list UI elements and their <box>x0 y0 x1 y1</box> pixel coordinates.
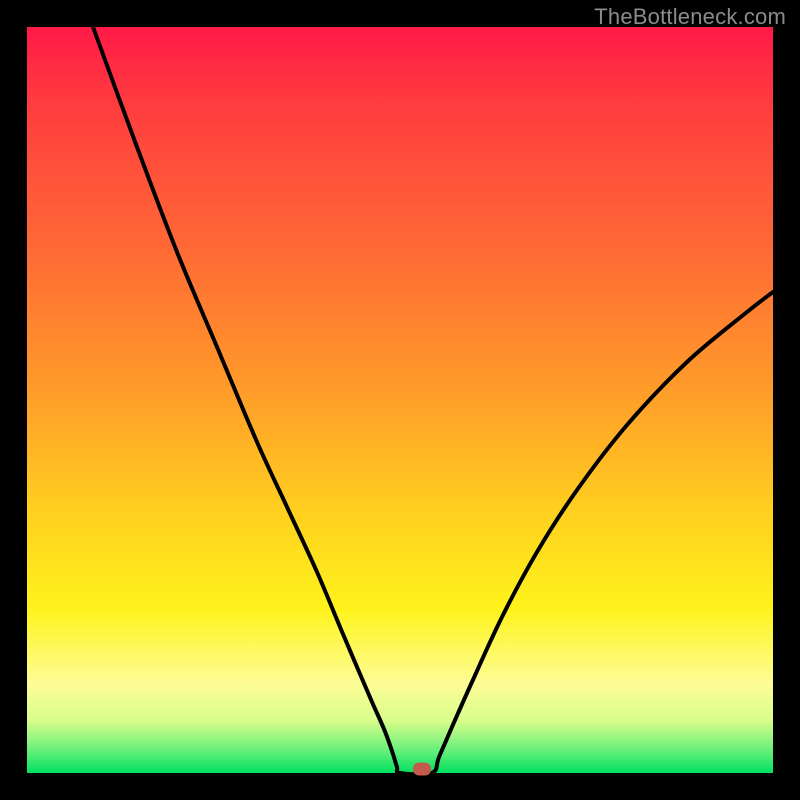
curve-path <box>93 27 773 774</box>
optimum-marker <box>413 763 431 776</box>
chart-frame: TheBottleneck.com <box>0 0 800 800</box>
plot-area <box>27 27 773 773</box>
bottleneck-curve <box>27 27 773 773</box>
